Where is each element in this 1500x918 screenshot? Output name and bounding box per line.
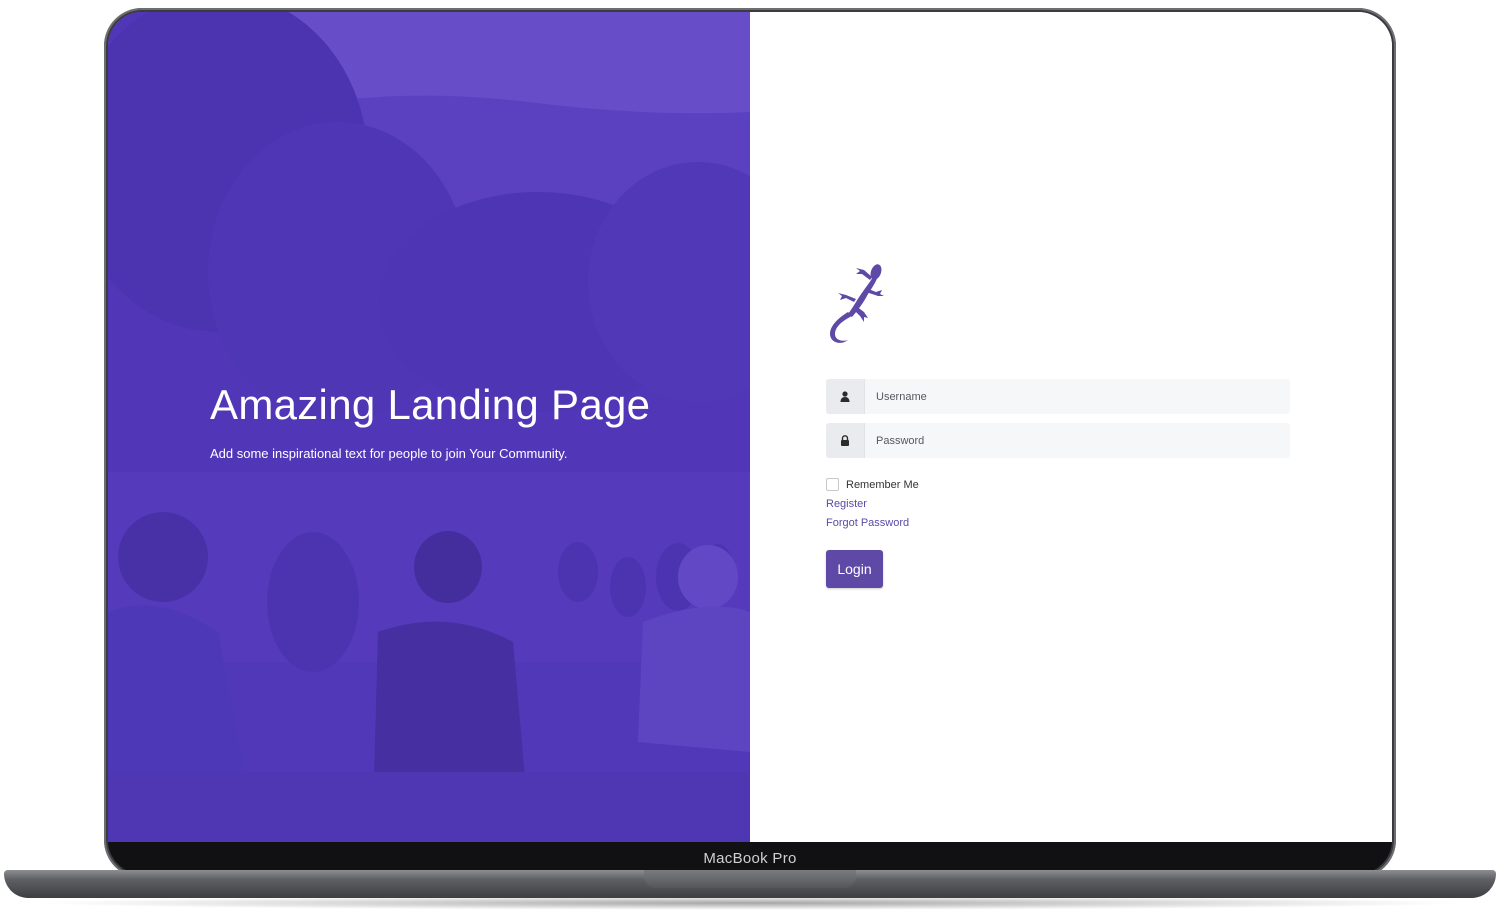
screen: Amazing Landing Page Add some inspiratio… <box>108 12 1392 842</box>
laptop-mockup: Amazing Landing Page Add some inspiratio… <box>0 0 1500 918</box>
hero-panel: Amazing Landing Page Add some inspiratio… <box>108 12 750 842</box>
lock-icon <box>826 423 865 458</box>
username-input[interactable] <box>865 379 1290 414</box>
hero-text-block: Amazing Landing Page Add some inspiratio… <box>210 380 730 461</box>
hero-subtitle: Add some inspirational text for people t… <box>210 446 568 462</box>
password-input[interactable] <box>865 423 1290 458</box>
gecko-icon <box>830 264 884 343</box>
remember-me-label[interactable]: Remember Me <box>846 479 919 491</box>
remember-me-checkbox[interactable] <box>826 478 839 491</box>
login-button[interactable]: Login <box>826 550 883 588</box>
password-field <box>826 423 1290 458</box>
laptop-base-notch <box>644 870 856 888</box>
register-link[interactable]: Register <box>826 498 867 510</box>
device-label: MacBook Pro <box>703 849 797 867</box>
hero-title: Amazing Landing Page <box>210 381 651 428</box>
screen-bezel: Amazing Landing Page Add some inspiratio… <box>108 12 1392 874</box>
login-panel: Remember Me Register Forgot Password Log… <box>750 12 1392 842</box>
laptop-shadow <box>30 896 1470 910</box>
forgot-password-link[interactable]: Forgot Password <box>826 517 909 529</box>
remember-me-row: Remember Me <box>826 478 919 491</box>
user-icon <box>826 379 865 414</box>
username-field <box>826 379 1290 414</box>
